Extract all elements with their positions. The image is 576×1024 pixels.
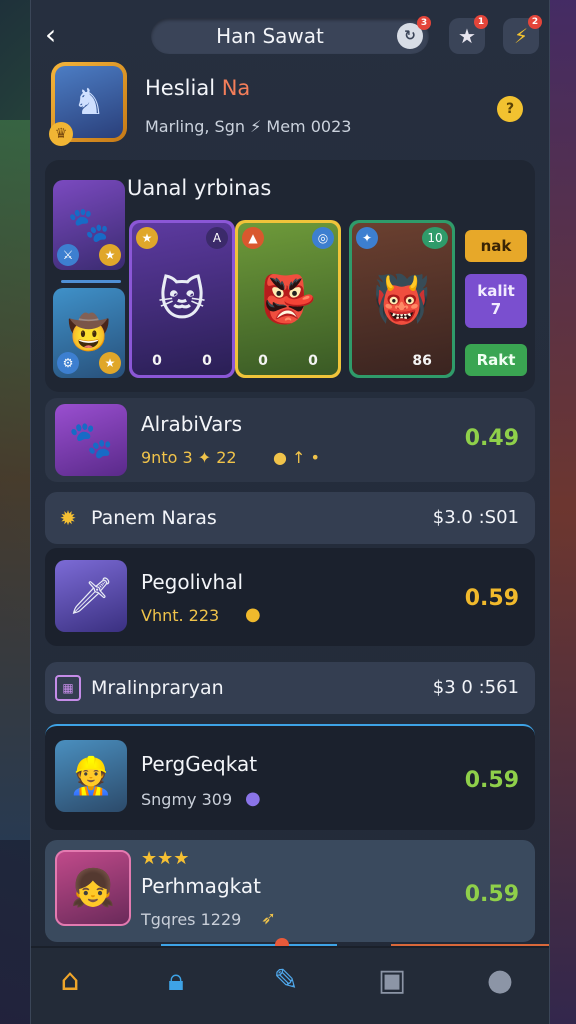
star-icon: ★ [458, 24, 476, 48]
level-badge: 10 [422, 227, 448, 249]
feather-icon[interactable]: ✎ [261, 956, 311, 1006]
class-a-icon: A [206, 227, 228, 249]
panther-hero-icon: 🐾 [55, 404, 127, 476]
hero-card-1[interactable]: 🐱 ★ A 0 0 [129, 220, 235, 378]
rating-stars: ★★★ [141, 848, 190, 869]
hero-card-3[interactable]: 👹 ✦ 10 86 [349, 220, 455, 378]
feather-mini-icon: ➶ [261, 908, 277, 929]
fire-icon: ▲ [242, 227, 264, 249]
princess-hero-icon: 👧 [55, 850, 131, 926]
rank-icon: ★ [99, 244, 121, 266]
goblin-warrior-icon: 👺 ▲ ◎ 0 0 [238, 223, 338, 375]
card-stat-left: 0 [258, 353, 268, 369]
item-title: Pegolivhal [141, 570, 244, 594]
hero-card-2[interactable]: 👺 ▲ ◎ 0 0 [235, 220, 341, 378]
player-name: Heslial Na [145, 76, 250, 100]
action-button-1[interactable]: nak [465, 230, 527, 262]
showcase-title: Uanal yrbinas [127, 176, 272, 200]
item-title: AlrabiVars [141, 412, 242, 436]
inbox-icon[interactable]: ▣ [367, 956, 417, 1006]
item-subtitle: Vhnt. 223 [141, 606, 220, 625]
side-hero-card-2[interactable]: 🤠 ⚙ ★ [53, 288, 125, 378]
card-stats: 0 0 [238, 353, 338, 369]
item-subtitle: Tgqres 1229 [141, 910, 242, 929]
lock-icon[interactable]: 🔒︎ [151, 956, 201, 1006]
item-title: Perhmagkat [141, 874, 261, 898]
player-name-highlight: Na [221, 76, 251, 100]
list-item[interactable]: 👷 PergGeqkat Sngmy 309 ● 0.59 [45, 724, 535, 830]
class-icon: ◎ [312, 227, 334, 249]
sun-icon: ✹ [59, 506, 77, 530]
item-subtitle: Sngmy 309 [141, 790, 233, 809]
section-value: $3.0 :S01 [432, 507, 519, 528]
panther-warrior-icon: 🐱 ★ A 0 0 [132, 223, 232, 375]
demon-warrior-icon: 👹 ✦ 10 86 [352, 223, 452, 375]
card-stat-right: 86 [412, 353, 432, 369]
item-subtitle: 9nto 3 ✦ 22 [141, 448, 237, 467]
card-stat-right: 0 [202, 353, 212, 369]
list-item[interactable]: 👧 ★★★ Perhmagkat Tgqres 1229 ➶ 0.59 [45, 840, 535, 942]
card-stat-right: 0 [308, 353, 318, 369]
section-value: $3 0 :561 [432, 677, 519, 698]
card-stats: 86 [352, 353, 452, 369]
section-label: Mralinpraryan [91, 677, 224, 699]
rank-icon: ★ [99, 352, 121, 374]
coin-icon: ● [245, 604, 261, 625]
item-title: PergGeqkat [141, 752, 258, 776]
item-price: 0.59 [464, 882, 519, 907]
list-item[interactable]: 🐾 AlrabiVars 9nto 3 ✦ 22 ● ↑ • 0.49 [45, 398, 535, 482]
section-label: Panem Naras [91, 507, 217, 529]
side-hero-card-1[interactable]: 🐾 ⚔ ★ [53, 180, 125, 270]
gem-icon: ● [245, 788, 261, 809]
card-stats: 0 0 [132, 353, 232, 369]
player-subtitle: Marling, Sgn ⚡ Mem 0023 [145, 117, 352, 136]
player-name-main: Heslial [145, 76, 222, 100]
card-stat-left: 0 [152, 353, 162, 369]
showcase-divider [61, 280, 121, 283]
background-right-art [546, 0, 576, 1024]
action-button-3[interactable]: Rakt [465, 344, 527, 376]
sword-hero-icon: 🗡 [55, 560, 127, 632]
engineer-hero-icon: 👷 [55, 740, 127, 812]
class-icon: ⚔ [57, 244, 79, 266]
crown-icon: ♛ [49, 122, 73, 146]
calendar-icon: ▦ [55, 675, 81, 701]
item-price: 0.59 [464, 586, 519, 611]
class-icon: ⚙ [57, 352, 79, 374]
favorites-badge: 1 [474, 15, 488, 29]
chat-bubble-icon[interactable]: ? [497, 96, 523, 122]
rank-icon: ★ [136, 227, 158, 249]
section-header: ✹ Panem Naras $3.0 :S01 [45, 492, 535, 544]
section-header: ▦ Mralinpraryan $3 0 :561 [45, 662, 535, 714]
lightning-icon: ⚡ [513, 24, 529, 48]
title-bar: Han Sawat ↻ 3 [151, 16, 431, 54]
boost-button[interactable]: ⚡ 2 [503, 15, 542, 54]
bonus-icons: ● ↑ • [273, 448, 320, 467]
back-chevron-icon[interactable]: ‹ [45, 20, 75, 50]
title-badge: 3 [417, 16, 431, 30]
wing-icon: ✦ [356, 227, 378, 249]
favorites-button[interactable]: ★ 1 [449, 15, 488, 54]
action-button-2[interactable]: kalit 7 [465, 274, 527, 328]
list-item[interactable]: 🗡 Pegolivhal Vhnt. 223 ● 0.59 [45, 548, 535, 646]
profile-icon[interactable]: ● [475, 956, 525, 1006]
home-icon[interactable]: ⌂ [45, 956, 95, 1006]
item-price: 0.49 [464, 426, 519, 451]
boost-badge: 2 [528, 15, 542, 29]
item-price: 0.59 [464, 768, 519, 793]
page-title: Han Sawat [216, 24, 324, 48]
player-avatar[interactable]: ♞ ♛ [49, 62, 127, 146]
store-panel: ‹ Han Sawat ↻ 3 ★ 1 ⚡ 2 ♞ ♛ Heslial Na M… [30, 0, 550, 1024]
